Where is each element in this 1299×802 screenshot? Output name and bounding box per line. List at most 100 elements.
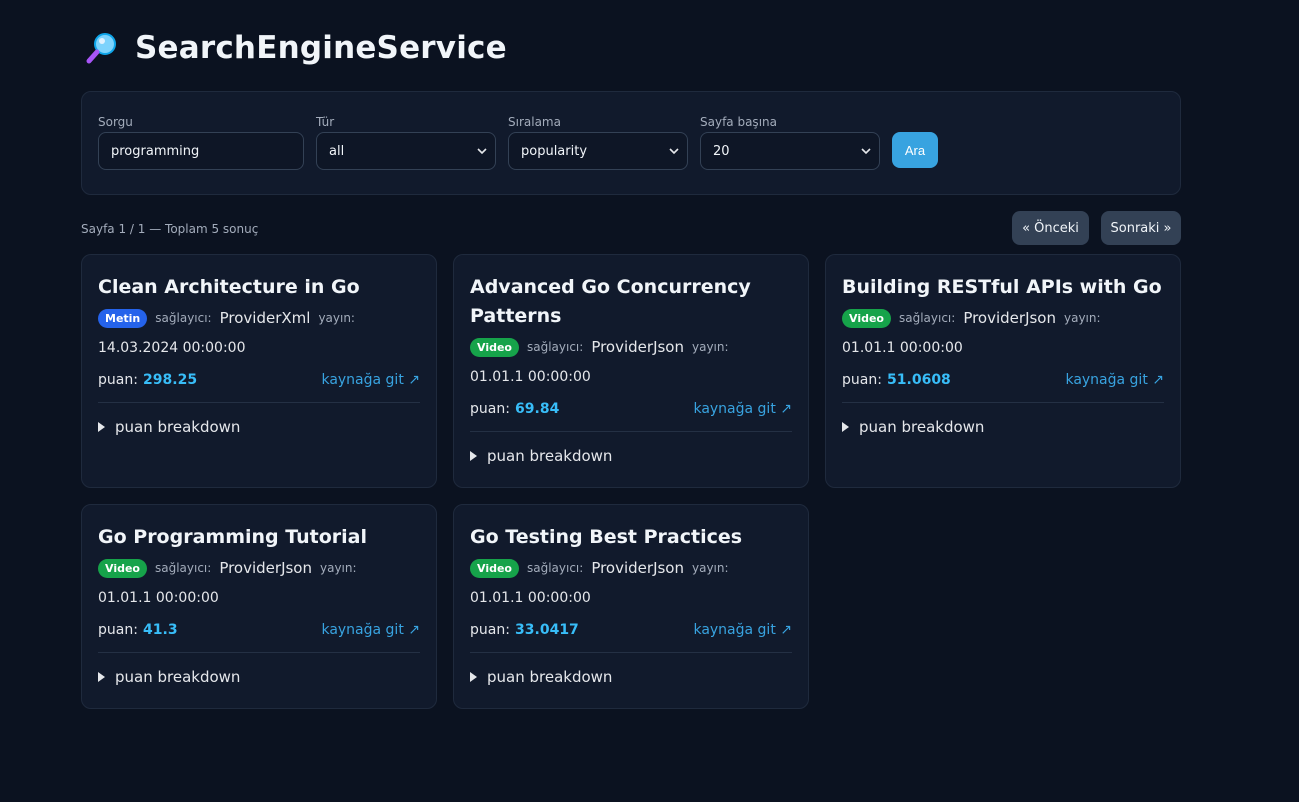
app-container: SearchEngineService Sorgu programming Tü… <box>81 0 1181 709</box>
type-badge: Video <box>98 558 147 578</box>
magnifier-icon <box>85 30 121 66</box>
published-date: 14.03.2024 00:00:00 <box>98 340 246 356</box>
triangle-right-icon <box>98 672 105 682</box>
score-value: 298.25 <box>143 372 198 388</box>
sort-select[interactable]: popularity <box>508 132 688 170</box>
provider-value: ProviderJson <box>219 559 312 577</box>
score-row: puan: 41.3 kaynağa git ↗ <box>98 619 420 640</box>
result-meta: Video sağlayıcı: ProviderJson yayın: <box>98 557 420 579</box>
breakdown-label: puan breakdown <box>487 668 613 686</box>
score-value: 33.0417 <box>515 622 579 638</box>
published-date: 01.01.1 00:00:00 <box>470 369 591 385</box>
type-badge: Metin <box>98 308 148 328</box>
sort-label: Sıralama <box>508 115 561 129</box>
type-select[interactable]: all <box>316 132 496 170</box>
source-link[interactable]: kaynağa git ↗ <box>693 399 792 419</box>
result-card: Go Programming Tutorial Video sağlayıcı:… <box>81 504 437 709</box>
breakdown-label: puan breakdown <box>487 447 613 465</box>
triangle-right-icon <box>98 422 105 432</box>
type-label: Tür <box>316 115 335 129</box>
result-meta: Video sağlayıcı: ProviderJson yayın: <box>470 336 792 358</box>
result-meta: Video sağlayıcı: ProviderJson yayın: <box>470 557 792 579</box>
score: puan: 298.25 <box>98 369 197 390</box>
triangle-right-icon <box>842 422 849 432</box>
per-page-field: Sayfa başına 20 <box>700 115 880 170</box>
result-title[interactable]: Go Testing Best Practices <box>470 523 792 552</box>
type-badge: Video <box>470 558 519 578</box>
score-row: puan: 33.0417 kaynağa git ↗ <box>470 619 792 640</box>
search-button[interactable]: Ara <box>892 132 938 168</box>
query-value: programming <box>111 143 200 159</box>
result-meta: Video sağlayıcı: ProviderJson yayın: <box>842 307 1164 329</box>
published-label: yayın: <box>1064 311 1101 325</box>
score: puan: 69.84 <box>470 398 559 419</box>
score: puan: 41.3 <box>98 619 178 640</box>
query-input[interactable]: programming <box>98 132 304 170</box>
score-label: puan: <box>470 622 510 638</box>
chevron-down-icon <box>477 148 487 155</box>
result-card: Clean Architecture in Go Metin sağlayıcı… <box>81 254 437 488</box>
page-title: SearchEngineService <box>135 30 507 66</box>
result-meta: Metin sağlayıcı: ProviderXml yayın: <box>98 307 420 329</box>
breakdown-label: puan breakdown <box>115 418 241 436</box>
source-link[interactable]: kaynağa git ↗ <box>693 620 792 640</box>
result-card: Advanced Go Concurrency Patterns Video s… <box>453 254 809 488</box>
published-label: yayın: <box>320 561 357 575</box>
score: puan: 33.0417 <box>470 619 579 640</box>
provider-value: ProviderXml <box>219 309 311 327</box>
page-info: Sayfa 1 / 1 — Toplam 5 sonuç <box>81 222 259 236</box>
published-label: yayın: <box>318 311 355 325</box>
score-row: puan: 51.0608 kaynağa git ↗ <box>842 369 1164 390</box>
type-badge: Video <box>842 308 891 328</box>
result-title[interactable]: Go Programming Tutorial <box>98 523 420 552</box>
triangle-right-icon <box>470 672 477 682</box>
score-label: puan: <box>98 622 138 638</box>
score-breakdown-toggle[interactable]: puan breakdown <box>470 668 792 686</box>
result-card: Go Testing Best Practices Video sağlayıc… <box>453 504 809 709</box>
triangle-right-icon <box>470 451 477 461</box>
chevron-down-icon <box>669 148 679 155</box>
score-breakdown-toggle[interactable]: puan breakdown <box>842 418 1164 436</box>
score-label: puan: <box>842 372 882 388</box>
published-date: 01.01.1 00:00:00 <box>98 590 219 606</box>
per-page-select[interactable]: 20 <box>700 132 880 170</box>
provider-value: ProviderJson <box>963 309 1056 327</box>
score: puan: 51.0608 <box>842 369 951 390</box>
result-card: Building RESTful APIs with Go Video sağl… <box>825 254 1181 488</box>
score-breakdown-toggle[interactable]: puan breakdown <box>98 418 420 436</box>
published-label: yayın: <box>692 340 729 354</box>
score-breakdown-toggle[interactable]: puan breakdown <box>470 447 792 465</box>
divider <box>98 652 420 653</box>
app-header: SearchEngineService <box>81 0 1181 96</box>
divider <box>842 402 1164 403</box>
score-label: puan: <box>98 372 138 388</box>
score-label: puan: <box>470 401 510 417</box>
provider-value: ProviderJson <box>591 338 684 356</box>
type-field: Tür all <box>316 115 496 170</box>
score-value: 69.84 <box>515 401 560 417</box>
divider <box>98 402 420 403</box>
breakdown-label: puan breakdown <box>859 418 985 436</box>
per-page-label: Sayfa başına <box>700 115 777 129</box>
result-title[interactable]: Clean Architecture in Go <box>98 273 420 302</box>
source-link[interactable]: kaynağa git ↗ <box>321 370 420 390</box>
published-date: 01.01.1 00:00:00 <box>470 590 591 606</box>
provider-label: sağlayıcı: <box>155 311 212 325</box>
result-title[interactable]: Building RESTful APIs with Go <box>842 273 1164 302</box>
query-label: Sorgu <box>98 115 133 129</box>
search-panel: Sorgu programming Tür all Sıralama popul… <box>81 91 1181 195</box>
score-breakdown-toggle[interactable]: puan breakdown <box>98 668 420 686</box>
provider-label: sağlayıcı: <box>154 561 212 575</box>
provider-label: sağlayıcı: <box>898 311 956 325</box>
provider-value: ProviderJson <box>591 559 684 577</box>
query-field: Sorgu programming <box>98 115 304 170</box>
type-badge: Video <box>470 337 519 357</box>
published-date: 01.01.1 00:00:00 <box>842 340 963 356</box>
next-page-button[interactable]: Sonraki » <box>1101 211 1181 245</box>
source-link[interactable]: kaynağa git ↗ <box>321 620 420 640</box>
prev-page-button[interactable]: « Önceki <box>1012 211 1089 245</box>
pagination-bar: Sayfa 1 / 1 — Toplam 5 sonuç « Önceki So… <box>81 210 1181 246</box>
result-title[interactable]: Advanced Go Concurrency Patterns <box>470 273 792 331</box>
chevron-down-icon <box>861 148 871 155</box>
source-link[interactable]: kaynağa git ↗ <box>1065 370 1164 390</box>
